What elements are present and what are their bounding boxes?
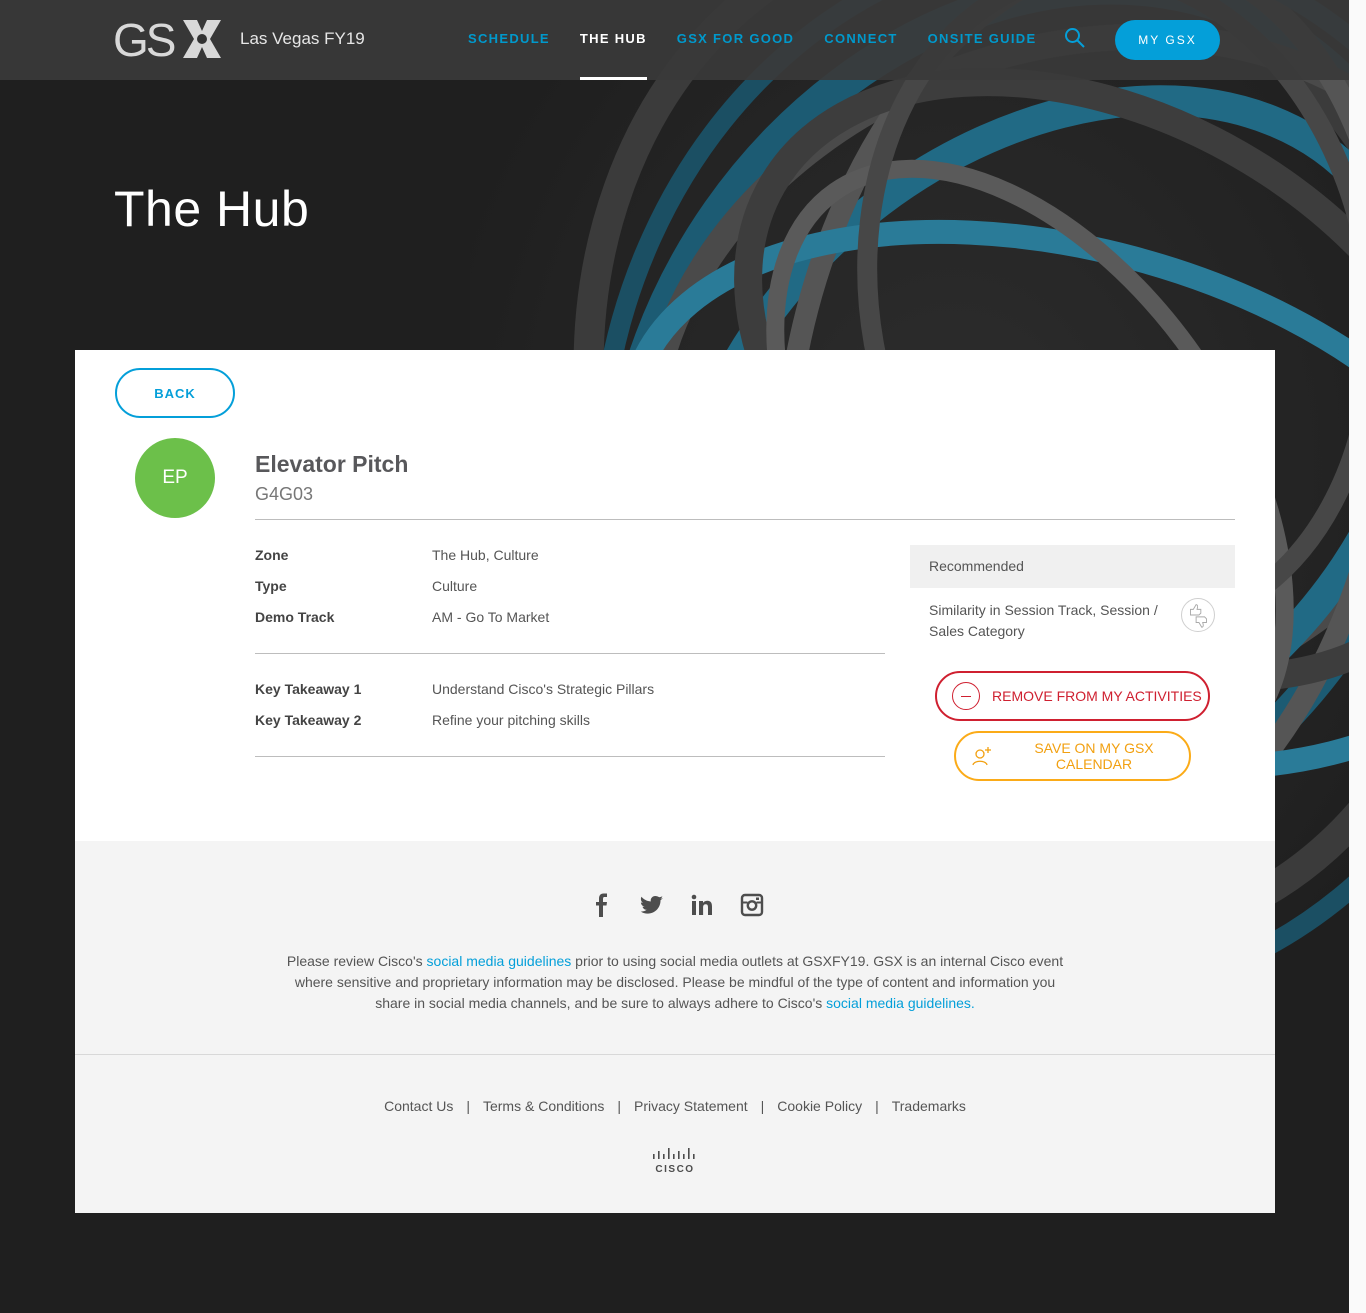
footer-separator: | [760,1098,765,1114]
twitter-icon[interactable] [640,893,664,917]
minus-circle-icon [952,682,980,710]
remove-label: REMOVE FROM MY ACTIVITIES [992,688,1202,704]
recommended-reason: Similarity in Session Track, Session / S… [929,602,1158,639]
takeaway-value: Understand Cisco's Strategic Pillars [432,681,655,697]
social-guidelines-link[interactable]: social media guidelines [427,953,572,969]
detail-value: The Hub, Culture [432,547,539,563]
session-code: G4G03 [255,484,314,504]
disclaimer-text: Please review Cisco's [286,953,427,969]
nav-onsite-guide[interactable]: ONSITE GUIDE [928,0,1037,80]
nav-the-hub[interactable]: THE HUB [579,0,647,80]
detail-value: Culture [432,578,478,594]
divider [255,653,885,654]
footer-link-cookie-policy[interactable]: Cookie Policy [777,1098,862,1114]
save-to-calendar-button[interactable]: SAVE ON MY GSX CALENDAR [954,731,1191,781]
detail-row-demo-track: Demo Track AM - Go To Market [255,609,885,629]
footer-separator: | [466,1098,470,1114]
recommended-box: Recommended Similarity in Session Track,… [910,545,1235,642]
back-button[interactable]: BACK [115,368,235,418]
remove-from-activities-button[interactable]: REMOVE FROM MY ACTIVITIES [935,671,1210,721]
site-footer: Contact Us | Terms & Conditions | Privacy St… [75,1054,1275,1213]
nav-connect[interactable]: CONNECT [824,0,897,80]
social-disclaimer: Please review Cisco's social media guide… [285,951,1065,1014]
divider [255,519,1235,520]
site-header: GS Las Vegas FY19 SCHEDULE THE HUB GSX F… [0,0,1349,80]
svg-text:GS: GS [113,16,175,62]
nav-schedule[interactable]: SCHEDULE [468,0,550,80]
gsx-logo[interactable]: GS [113,16,221,62]
detail-value: AM - Go To Market [432,609,550,625]
detail-row-type: Type Culture [255,578,885,598]
takeaway-label: Key Takeaway 1 [255,681,362,697]
svg-text:CISCO: CISCO [655,1164,694,1175]
social-icons [590,893,790,917]
divider [255,756,885,757]
session-title: Elevator Pitch [255,451,409,477]
detail-row-zone: Zone The Hub, Culture [255,547,885,567]
search-icon[interactable] [1064,27,1086,49]
nav-gsx-for-good[interactable]: GSX FOR GOOD [677,0,794,80]
facebook-icon[interactable] [590,893,614,917]
detail-label: Demo Track [255,609,335,625]
event-name: Las Vegas FY19 [240,29,365,48]
instagram-icon[interactable] [740,893,764,917]
takeaway-value: Refine your pitching skills [432,712,590,728]
social-section: Please review Cisco's social media guide… [75,841,1275,1054]
main-nav: SCHEDULE THE HUB GSX FOR GOOD CONNECT ON… [468,0,1066,80]
social-guidelines-link[interactable]: social media guidelines. [826,995,975,1011]
takeaway-row-2: Key Takeaway 2 Refine your pitching skil… [255,712,885,732]
recommended-body: Similarity in Session Track, Session / S… [910,588,1235,642]
footer-link-contact-us[interactable]: Contact Us [384,1098,453,1114]
cisco-logo-icon[interactable]: CISCO [651,1146,701,1176]
footer-separator: | [875,1098,879,1114]
detail-label: Type [255,578,287,594]
page-title: The Hub [114,181,310,237]
thumbs-feedback-icon[interactable] [1181,598,1215,632]
gsx-logo-mark-icon: GS [113,16,221,62]
add-person-icon [972,747,991,766]
footer-links: Contact Us | Terms & Conditions | Privacy St… [75,1098,1275,1114]
takeaway-label: Key Takeaway 2 [255,712,362,728]
footer-link-privacy[interactable]: Privacy Statement [634,1098,748,1114]
session-detail-card: BACK EP Elevator Pitch G4G03 Zone The Hu… [75,350,1275,841]
window-scrollbar-track[interactable] [1349,0,1366,1313]
footer-link-trademarks[interactable]: Trademarks [892,1098,966,1114]
detail-label: Zone [255,547,289,563]
footer-link-terms[interactable]: Terms & Conditions [483,1098,604,1114]
linkedin-icon[interactable] [690,893,714,917]
my-gsx-button[interactable]: MY GSX [1115,20,1220,60]
takeaway-row-1: Key Takeaway 1 Understand Cisco's Strate… [255,681,885,701]
session-avatar: EP [135,438,215,518]
recommended-heading: Recommended [910,545,1235,588]
footer-separator: | [617,1098,622,1114]
save-label: SAVE ON MY GSX CALENDAR [1034,740,1154,772]
